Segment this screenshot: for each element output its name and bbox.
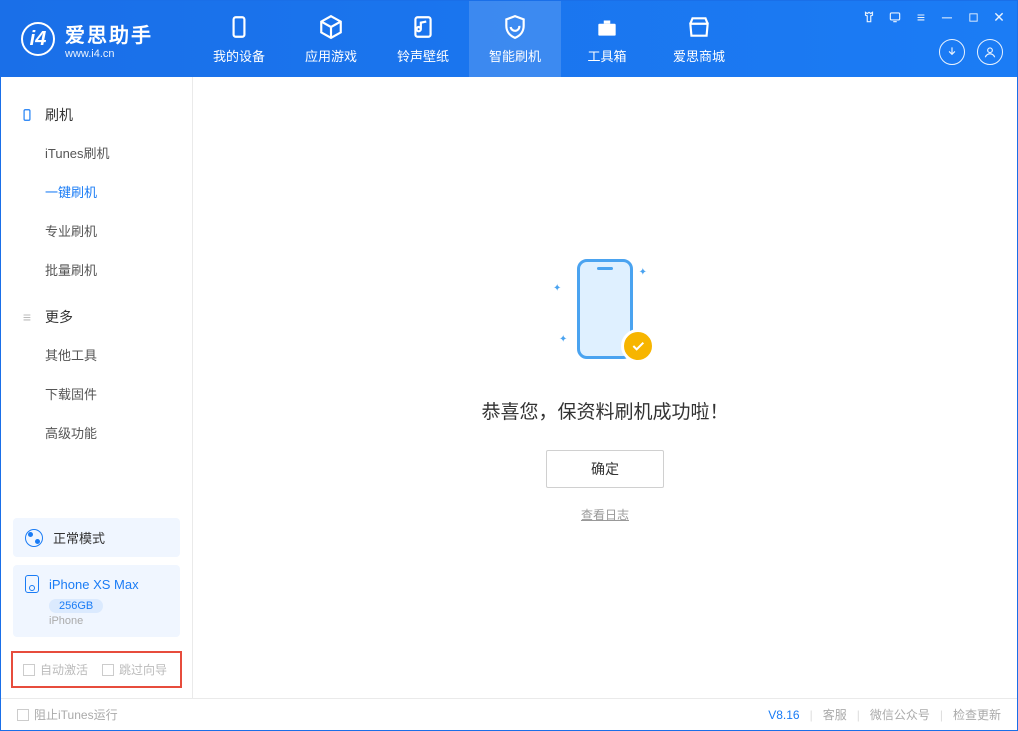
sidebar-item-batch-flash[interactable]: 批量刷机 [1,250,192,289]
window-controls: ≡ ─ ✕ [861,9,1007,25]
checkbox-icon [23,664,35,676]
feedback-icon[interactable] [887,9,903,25]
status-left: 阻止iTunes运行 [17,706,118,723]
checkbox-skip-guide[interactable]: 跳过向导 [102,661,167,678]
sparkle-icon: ✦ [553,283,561,294]
bottom-options-highlighted: 自动激活 跳过向导 [11,651,182,688]
sidebar-header-more: ≡ 更多 [1,299,192,335]
cube-icon [318,14,344,40]
header-actions [939,39,1003,65]
phone-icon [19,107,35,123]
sidebar-item-download-firmware[interactable]: 下载固件 [1,374,192,413]
nav-tab-device[interactable]: 我的设备 [193,1,285,77]
shop-icon [686,14,712,40]
nav-tab-label: 爱思商城 [673,46,725,65]
shield-refresh-icon [502,14,528,40]
device-name: iPhone XS Max [49,577,139,592]
sidebar-item-pro-flash[interactable]: 专业刷机 [1,211,192,250]
nav-tab-store[interactable]: 爱思商城 [653,1,745,77]
menu-icon[interactable]: ≡ [913,9,929,25]
logo-area: i4 爱思助手 www.i4.cn [1,1,173,77]
success-message: 恭喜您，保资料刷机成功啦！ [481,397,728,424]
list-icon: ≡ [19,309,35,325]
sidebar-item-advanced[interactable]: 高级功能 [1,413,192,452]
checkbox-label: 跳过向导 [119,661,167,678]
music-file-icon [410,14,436,40]
header: i4 爱思助手 www.i4.cn 我的设备 应用游戏 铃声壁纸 智能刷机 [1,1,1017,77]
sparkle-icon: ✦ [639,267,647,278]
logo-text: 爱思助手 www.i4.cn [65,19,153,60]
nav-tab-label: 我的设备 [213,46,265,65]
check-badge-icon [621,329,655,363]
minimize-button[interactable]: ─ [939,9,955,25]
app-subtitle: www.i4.cn [65,48,153,60]
device-capacity: 256GB [49,599,103,613]
view-log-link[interactable]: 查看日志 [581,506,629,523]
main-content: ✦ ✦ ✦ 恭喜您，保资料刷机成功啦！ 确定 查看日志 [193,77,1017,698]
close-button[interactable]: ✕ [991,9,1007,25]
checkbox-label: 自动激活 [40,661,88,678]
nav-tab-apps[interactable]: 应用游戏 [285,1,377,77]
status-link-support[interactable]: 客服 [823,706,847,723]
status-right: V8.16 | 客服 | 微信公众号 | 检查更新 [768,706,1001,723]
nav-tab-label: 铃声壁纸 [397,46,449,65]
toolbox-icon [594,14,620,40]
device-box[interactable]: iPhone XS Max 256GB iPhone [13,565,180,637]
nav-tab-label: 工具箱 [587,46,626,65]
ok-button[interactable]: 确定 [546,450,664,488]
separator: | [857,708,860,722]
success-illustration: ✦ ✦ ✦ [545,253,665,373]
sidebar-item-onekey-flash[interactable]: 一键刷机 [1,172,192,211]
device-row: iPhone XS Max [25,575,168,593]
device-icon [226,14,252,40]
checkbox-label: 阻止iTunes运行 [34,706,118,723]
checkbox-icon [102,664,114,676]
sidebar-item-itunes-flash[interactable]: iTunes刷机 [1,133,192,172]
body: 刷机 iTunes刷机 一键刷机 专业刷机 批量刷机 ≡ 更多 其他工具 下载固… [1,77,1017,698]
sidebar-section-title: 更多 [45,307,73,327]
checkbox-auto-activate[interactable]: 自动激活 [23,661,88,678]
version-label: V8.16 [768,708,799,722]
nav-tab-ringtones[interactable]: 铃声壁纸 [377,1,469,77]
sidebar-section-title: 刷机 [45,105,73,125]
status-bar: 阻止iTunes运行 V8.16 | 客服 | 微信公众号 | 检查更新 [1,698,1017,730]
status-link-wechat[interactable]: 微信公众号 [870,706,930,723]
nav-tab-label: 智能刷机 [489,46,541,65]
sidebar-header-flash: 刷机 [1,97,192,133]
shirt-icon[interactable] [861,9,877,25]
checkbox-icon [17,709,29,721]
user-button[interactable] [977,39,1003,65]
sidebar-section-more: ≡ 更多 其他工具 下载固件 高级功能 [1,299,192,452]
device-type: iPhone [49,615,168,627]
nav-tab-label: 应用游戏 [305,46,357,65]
logo-icon: i4 [21,22,55,56]
download-button[interactable] [939,39,965,65]
status-link-update[interactable]: 检查更新 [953,706,1001,723]
separator: | [810,708,813,722]
sidebar-item-other-tools[interactable]: 其他工具 [1,335,192,374]
sparkle-icon: ✦ [559,334,567,345]
nav-tabs: 我的设备 应用游戏 铃声壁纸 智能刷机 工具箱 爱思商城 [193,1,745,77]
app-window: i4 爱思助手 www.i4.cn 我的设备 应用游戏 铃声壁纸 智能刷机 [0,0,1018,731]
sidebar: 刷机 iTunes刷机 一键刷机 专业刷机 批量刷机 ≡ 更多 其他工具 下载固… [1,77,193,698]
app-title: 爱思助手 [65,19,153,48]
separator: | [940,708,943,722]
nav-tab-toolbox[interactable]: 工具箱 [561,1,653,77]
checkbox-stop-itunes[interactable]: 阻止iTunes运行 [17,706,118,723]
mode-label: 正常模式 [53,528,105,547]
maximize-button[interactable] [965,9,981,25]
sidebar-section-flash: 刷机 iTunes刷机 一键刷机 专业刷机 批量刷机 [1,97,192,289]
nav-tab-flash[interactable]: 智能刷机 [469,1,561,77]
mode-box[interactable]: 正常模式 [13,518,180,557]
phone-small-icon [25,575,39,593]
mode-icon [25,529,43,547]
